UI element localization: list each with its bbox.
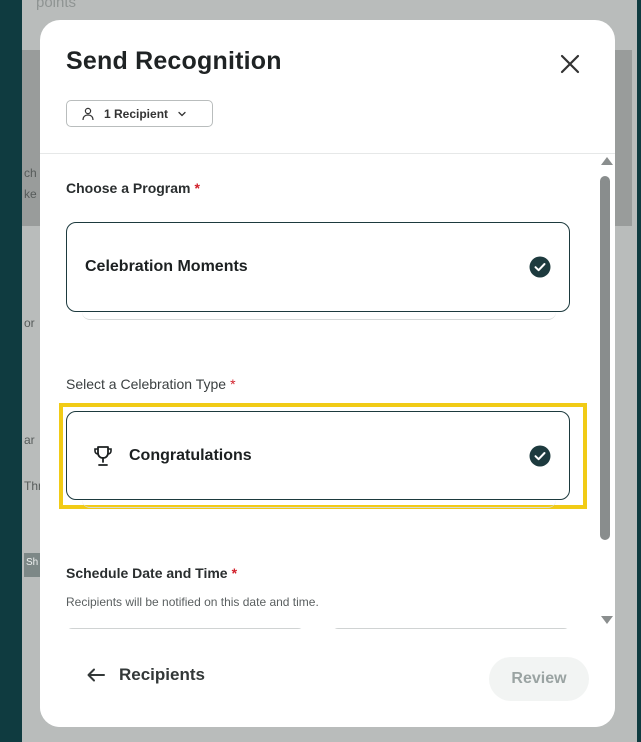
program-option-label: Celebration Moments: [85, 258, 248, 275]
recipient-count-label: 1 Recipient: [104, 106, 169, 121]
card-stack-shadow: [82, 312, 556, 320]
background-points-text: points: [36, 0, 77, 11]
scroll-up-arrow[interactable]: [601, 157, 613, 165]
celebration-type-label-text: Select a Celebration Type: [66, 376, 227, 392]
background-card-right: [612, 50, 632, 226]
trophy-icon: [94, 445, 112, 466]
review-button[interactable]: Review: [489, 657, 589, 701]
check-circle-icon: [529, 445, 551, 466]
back-button-label: Recipients: [119, 665, 205, 684]
background-text-fragment: ke: [24, 187, 37, 201]
card-stack-shadow: [82, 500, 556, 508]
recipient-count-dropdown[interactable]: 1 Recipient: [66, 100, 213, 127]
celebration-type-label: Select a Celebration Type *: [66, 376, 236, 392]
background-text-fragment: or: [24, 316, 35, 330]
back-to-recipients-button[interactable]: Recipients: [86, 665, 205, 685]
send-recognition-modal: Send Recognition 1 Recipient Choose a Pr…: [40, 20, 615, 727]
scrollbar[interactable]: [596, 154, 614, 629]
schedule-label: Schedule Date and Time *: [66, 565, 237, 581]
person-icon: [82, 107, 94, 120]
modal-footer: Recipients Review: [40, 629, 615, 727]
schedule-label-text: Schedule Date and Time: [66, 565, 228, 581]
close-button[interactable]: [556, 50, 584, 78]
celebration-type-option-label: Congratulations: [129, 446, 252, 464]
close-icon: [560, 54, 580, 74]
choose-program-label: Choose a Program *: [66, 180, 200, 196]
chevron-down-icon: [178, 111, 186, 116]
scroll-down-arrow[interactable]: [601, 616, 613, 624]
choose-program-label-text: Choose a Program: [66, 180, 191, 196]
required-asterisk: *: [230, 376, 236, 392]
check-circle-icon: [529, 256, 551, 278]
background-text-fragment: ar: [24, 433, 35, 447]
required-asterisk: *: [194, 180, 200, 196]
schedule-helper-text: Recipients will be notified on this date…: [66, 595, 319, 609]
modal-title: Send Recognition: [66, 47, 282, 75]
program-option-card[interactable]: Celebration Moments: [66, 222, 570, 312]
required-asterisk: *: [231, 565, 238, 581]
arrow-left-icon: [87, 668, 105, 682]
celebration-type-option-card[interactable]: Congratulations: [66, 411, 570, 500]
background-text-fragment: ch: [24, 166, 37, 180]
modal-content: Choose a Program * Celebration Moments Se…: [40, 154, 615, 629]
scrollbar-thumb[interactable]: [600, 176, 610, 540]
